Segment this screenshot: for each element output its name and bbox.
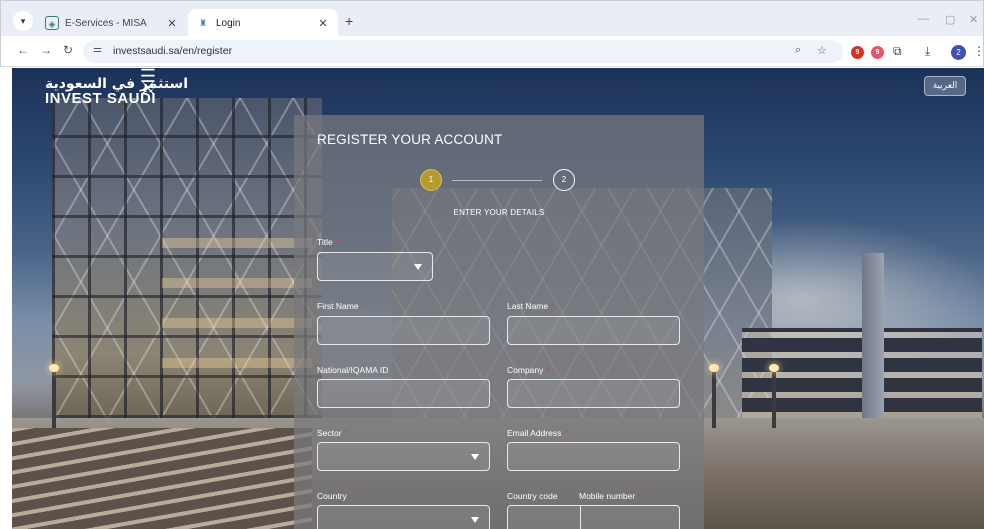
logo-english-text: INVEST SAUDI	[45, 90, 157, 107]
sector-label-text: Sector	[317, 428, 342, 438]
tab-login[interactable]: ♜ Login ✕	[188, 9, 338, 37]
background-tower	[862, 253, 884, 423]
browser-toolbar: ← → ↻ ⚌ investsaudi.sa/en/register ⌕ ☆ 9…	[0, 36, 984, 67]
last-name-input[interactable]	[507, 316, 680, 345]
invest-saudi-favicon-icon: ♜	[198, 18, 208, 28]
country-label: Country *	[317, 491, 353, 501]
email-label-text: Email Address	[507, 428, 562, 438]
url-text[interactable]: investsaudi.sa/en/register	[113, 45, 232, 57]
sector-label: Sector *	[317, 428, 348, 438]
extension-badge-icon[interactable]: 9	[871, 46, 884, 59]
company-input[interactable]	[507, 379, 680, 408]
email-input[interactable]	[507, 442, 680, 471]
dropdown-caret-icon	[471, 517, 479, 523]
email-label: Email Address *	[507, 428, 567, 438]
required-asterisk: *	[349, 492, 353, 501]
company-label: Company *	[507, 365, 550, 375]
tab-search-chevron-icon[interactable]: ▾	[13, 11, 33, 31]
close-icon[interactable]: ✕	[165, 17, 179, 30]
national-id-label-text: National/IQAMA ID	[317, 365, 389, 375]
site-info-tune-icon[interactable]: ⚌	[93, 44, 102, 55]
zoom-magnifier-icon[interactable]: ⌕	[795, 44, 801, 57]
back-arrow-icon[interactable]: ←	[15, 43, 31, 57]
mobile-number-label: Mobile number *	[579, 491, 641, 501]
title-label-text: Title	[317, 237, 333, 247]
extensions-puzzle-icon[interactable]: ⧉	[893, 44, 902, 59]
first-name-label-text: First Name	[317, 301, 359, 311]
country-code-label-text: Country code	[507, 491, 558, 501]
palm-swords-emblem-icon: ☰ ⚔	[139, 68, 157, 98]
background-steps	[12, 428, 312, 529]
background-lamp	[49, 364, 59, 428]
country-label-text: Country	[317, 491, 347, 501]
dropdown-caret-icon	[471, 454, 479, 460]
required-asterisk: *	[551, 302, 555, 311]
company-label-text: Company	[507, 365, 544, 375]
address-bar[interactable]: ⚌ investsaudi.sa/en/register ⌕ ☆	[83, 40, 843, 63]
step-indicator-2: 2	[553, 169, 575, 191]
downloads-icon[interactable]: ⤓	[925, 44, 930, 59]
tab-eservices-misa[interactable]: ◈ E-Services - MISA ✕	[37, 9, 187, 37]
sector-select[interactable]	[317, 442, 490, 471]
step-indicator-1: 1	[420, 169, 442, 191]
mobile-number-input[interactable]	[581, 506, 679, 529]
menu-kebab-icon[interactable]: ⋮	[973, 44, 984, 58]
required-asterisk: *	[638, 492, 642, 501]
required-asterisk: *	[361, 302, 365, 311]
background-lamp	[709, 364, 719, 428]
last-name-label-text: Last Name	[507, 301, 549, 311]
national-id-label: National/IQAMA ID	[317, 365, 388, 375]
restore-icon[interactable]: ▢	[945, 13, 955, 26]
first-name-label: First Name *	[317, 301, 365, 311]
register-panel: REGISTER YOUR ACCOUNT 1 2 ENTER YOUR DET…	[294, 115, 704, 529]
national-id-input[interactable]	[317, 379, 490, 408]
country-code-input[interactable]	[508, 506, 580, 529]
title-label: Title *	[317, 237, 339, 247]
invest-saudi-logo[interactable]: استثمر في السعودية INVEST SAUDI	[45, 76, 188, 107]
mobile-number-label-text: Mobile number	[579, 491, 636, 501]
bookmark-star-icon[interactable]: ☆	[817, 44, 827, 57]
profile-avatar[interactable]: 2	[951, 45, 966, 60]
step-connector	[452, 180, 542, 181]
page-title: REGISTER YOUR ACCOUNT	[317, 132, 503, 147]
required-asterisk: *	[564, 429, 568, 438]
window-close-icon[interactable]: ✕	[969, 13, 978, 26]
background-building-lights	[162, 208, 312, 368]
phone-input-group	[507, 505, 680, 529]
tab-title: Login	[216, 17, 241, 29]
dropdown-caret-icon	[414, 264, 422, 270]
required-asterisk: *	[344, 429, 348, 438]
first-name-input[interactable]	[317, 316, 490, 345]
required-asterisk: *	[335, 238, 339, 247]
extension-badge-icon[interactable]: 9	[851, 46, 864, 59]
language-toggle-button[interactable]: العربية	[924, 76, 966, 96]
tab-title: E-Services - MISA	[65, 17, 147, 29]
step-caption: ENTER YOUR DETAILS	[453, 208, 545, 217]
background-lamp	[769, 364, 779, 428]
last-name-label: Last Name *	[507, 301, 554, 311]
forward-arrow-icon[interactable]: →	[38, 43, 54, 57]
country-select[interactable]	[317, 505, 490, 529]
required-asterisk: *	[546, 366, 550, 375]
country-code-label: Country code	[507, 491, 558, 501]
close-icon[interactable]: ✕	[316, 17, 330, 30]
reload-icon[interactable]: ↻	[60, 43, 76, 57]
minimize-icon[interactable]: —	[918, 13, 929, 25]
misa-favicon-icon: ◈	[45, 16, 59, 30]
new-tab-plus-icon[interactable]: +	[345, 13, 353, 29]
browser-tab-bar: ▾ ◈ E-Services - MISA ✕ ♜ Login ✕ + — ▢ …	[0, 0, 984, 37]
page-viewport: استثمر في السعودية INVEST SAUDI ☰ ⚔ العرب…	[12, 68, 984, 529]
title-select[interactable]	[317, 252, 433, 281]
